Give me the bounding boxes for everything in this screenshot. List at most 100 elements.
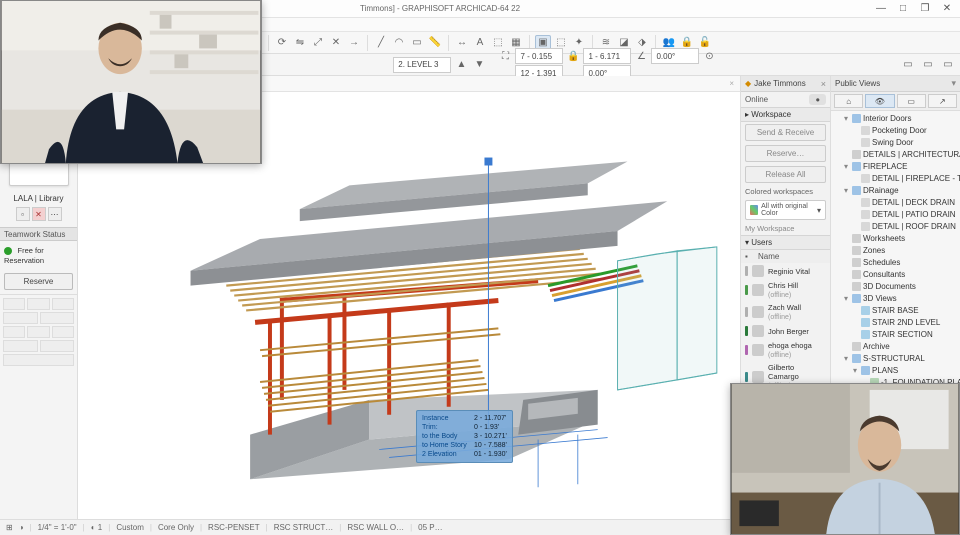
angle-icon[interactable]: ∠: [633, 48, 649, 64]
palette-toggle-3-icon[interactable]: ▭: [940, 57, 956, 73]
scale-icon[interactable]: ⤢: [310, 35, 326, 51]
tree-item[interactable]: Zones: [844, 245, 958, 257]
info-box: [0, 294, 77, 371]
video-participant-2[interactable]: [730, 383, 960, 535]
tree-item[interactable]: Schedules: [844, 257, 958, 269]
teamwork-panel-header[interactable]: ◆ Jake Timmons ×: [741, 76, 830, 92]
user-row[interactable]: ehoga ehoga(offline): [741, 339, 830, 361]
avatar-icon: [752, 344, 764, 356]
reserve-button[interactable]: Reserve: [4, 273, 73, 290]
user-row[interactable]: Chris Hill(offline): [741, 279, 830, 301]
window-controls: — □ ❐ ✕: [874, 3, 954, 14]
nav-layout-book-icon[interactable]: ▭: [897, 94, 926, 108]
level-down-icon[interactable]: ▼: [471, 57, 487, 73]
tree-item[interactable]: DETAIL | FIREPLACE - TUNNEL: [853, 173, 958, 185]
navigator-header[interactable]: Public Views ▾: [831, 76, 960, 92]
sb-orient-icon[interactable]: ◑: [19, 523, 24, 532]
fav-add-icon[interactable]: ▫: [16, 207, 30, 221]
level-up-icon[interactable]: ▲: [453, 57, 469, 73]
fit-window-icon[interactable]: ⛶: [497, 48, 513, 64]
colored-workspaces-label: Colored workspaces: [741, 185, 830, 198]
sb-override[interactable]: RSC WALL O…: [347, 523, 404, 532]
tree-item[interactable]: Swing Door: [853, 137, 958, 149]
tree-item[interactable]: STAIR BASE: [853, 305, 958, 317]
maximize-button[interactable]: □: [896, 3, 910, 14]
sb-grid-icon[interactable]: ⊞: [6, 523, 13, 532]
palette-toggle-1-icon[interactable]: ▭: [900, 57, 916, 73]
tree-item[interactable]: Consultants: [844, 269, 958, 281]
tree-item[interactable]: DETAIL | DECK DRAIN: [853, 197, 958, 209]
avatar-icon: [752, 306, 764, 318]
dim-icon[interactable]: ↔: [454, 35, 470, 51]
navigator-tabs: ⌂ 👁 ▭ ↗: [831, 92, 960, 111]
rotate-icon[interactable]: ⟳: [274, 35, 290, 51]
online-status: Online ●: [741, 92, 830, 107]
tree-item[interactable]: ▾FIREPLACEDETAIL | FIREPLACE - TUNNEL: [844, 161, 958, 185]
workspace-section[interactable]: ▸ Workspace: [741, 107, 830, 122]
trim-icon[interactable]: ✕: [328, 35, 344, 51]
reserve-button[interactable]: Reserve…: [745, 145, 826, 162]
video-participant-1[interactable]: [0, 0, 262, 164]
my-workspace-label: My Workspace: [741, 222, 830, 235]
rect-icon[interactable]: ▭: [409, 35, 425, 51]
snap-icon[interactable]: ⊙: [701, 48, 717, 64]
teamwork-status: Free for Reservation: [0, 241, 77, 269]
user-row[interactable]: Zach Wall(offline): [741, 301, 830, 323]
restore-button[interactable]: ❐: [918, 3, 932, 14]
tree-item[interactable]: STAIR 2ND LEVEL: [853, 317, 958, 329]
palette-toggle-2-icon[interactable]: ▭: [920, 57, 936, 73]
tree-item[interactable]: 3D Documents: [844, 281, 958, 293]
tree-item[interactable]: DETAILS | ARCHITECTURAL: [844, 149, 958, 161]
status-dot-icon: [4, 247, 12, 255]
avatar-icon: [752, 371, 764, 383]
user-row[interactable]: Reginio Vital: [741, 263, 830, 279]
teamwork-status-header[interactable]: Teamwork Status: [0, 227, 77, 241]
fav-delete-icon[interactable]: ✕: [32, 207, 46, 221]
sb-mvo[interactable]: RSC STRUCT…: [274, 523, 334, 532]
panel-close-icon[interactable]: ×: [821, 79, 826, 89]
avatar-icon: [752, 284, 764, 296]
level-selector[interactable]: 2. LEVEL 3: [393, 57, 451, 73]
avatar-icon: [752, 265, 764, 277]
tree-item[interactable]: Worksheets: [844, 233, 958, 245]
extend-icon[interactable]: →: [346, 35, 362, 51]
sb-penset[interactable]: RSC-PENSET: [208, 523, 260, 532]
tree-item[interactable]: ▾3D ViewsSTAIR BASESTAIR 2ND LEVELSTAIR …: [844, 293, 958, 341]
nav-publisher-icon[interactable]: ↗: [928, 94, 957, 108]
text-icon[interactable]: A: [472, 35, 488, 51]
tree-item[interactable]: ▾Interior DoorsPocketing DoorSwing Door: [844, 113, 958, 149]
users-section[interactable]: ▾ Users: [741, 235, 830, 250]
favorite-caption: LALA | Library: [4, 192, 73, 205]
close-button[interactable]: ✕: [940, 3, 954, 14]
nav-view-map-icon[interactable]: 👁: [865, 94, 894, 108]
tree-item[interactable]: Archive: [844, 341, 958, 353]
avatar-icon: [752, 325, 764, 337]
tree-item[interactable]: ▾DRainageDETAIL | DECK DRAINDETAIL | PAT…: [844, 185, 958, 233]
coord-a: 7 - 0.155: [515, 48, 563, 64]
panel-menu-icon[interactable]: ▾: [951, 78, 956, 89]
nav-project-map-icon[interactable]: ⌂: [834, 94, 863, 108]
sb-dim[interactable]: 05 P…: [418, 523, 442, 532]
tree-item[interactable]: DETAIL | PATIO DRAIN: [853, 209, 958, 221]
tree-item[interactable]: STAIR SECTION: [853, 329, 958, 341]
users-column-header: ▪Name: [741, 250, 830, 263]
minimize-button[interactable]: —: [874, 3, 888, 14]
arc-icon[interactable]: ◠: [391, 35, 407, 51]
sb-scale[interactable]: 1/4" = 1'-0": [38, 523, 77, 532]
sb-zoom[interactable]: ◐ 1: [91, 523, 103, 532]
tree-item[interactable]: Pocketing Door: [853, 125, 958, 137]
lock-icon[interactable]: 🔒: [565, 48, 581, 64]
fav-settings-icon[interactable]: ⋯: [48, 207, 62, 221]
sb-partial-display[interactable]: Core Only: [158, 523, 194, 532]
mirror-icon[interactable]: ⇋: [292, 35, 308, 51]
send-receive-button[interactable]: Send & Receive: [745, 124, 826, 141]
workspace-color-mode[interactable]: All with original Color ▾: [745, 200, 826, 220]
tree-item[interactable]: DETAIL | ROOF DRAIN: [853, 221, 958, 233]
release-all-button[interactable]: Release All: [745, 166, 826, 183]
line-icon[interactable]: ╱: [373, 35, 389, 51]
sb-layer-combo[interactable]: Custom: [116, 523, 144, 532]
user-row[interactable]: John Berger: [741, 323, 830, 339]
measure-icon[interactable]: 📏: [427, 35, 443, 51]
angle-readout: 0.00°: [651, 48, 699, 64]
status-toggle[interactable]: ●: [809, 94, 826, 105]
